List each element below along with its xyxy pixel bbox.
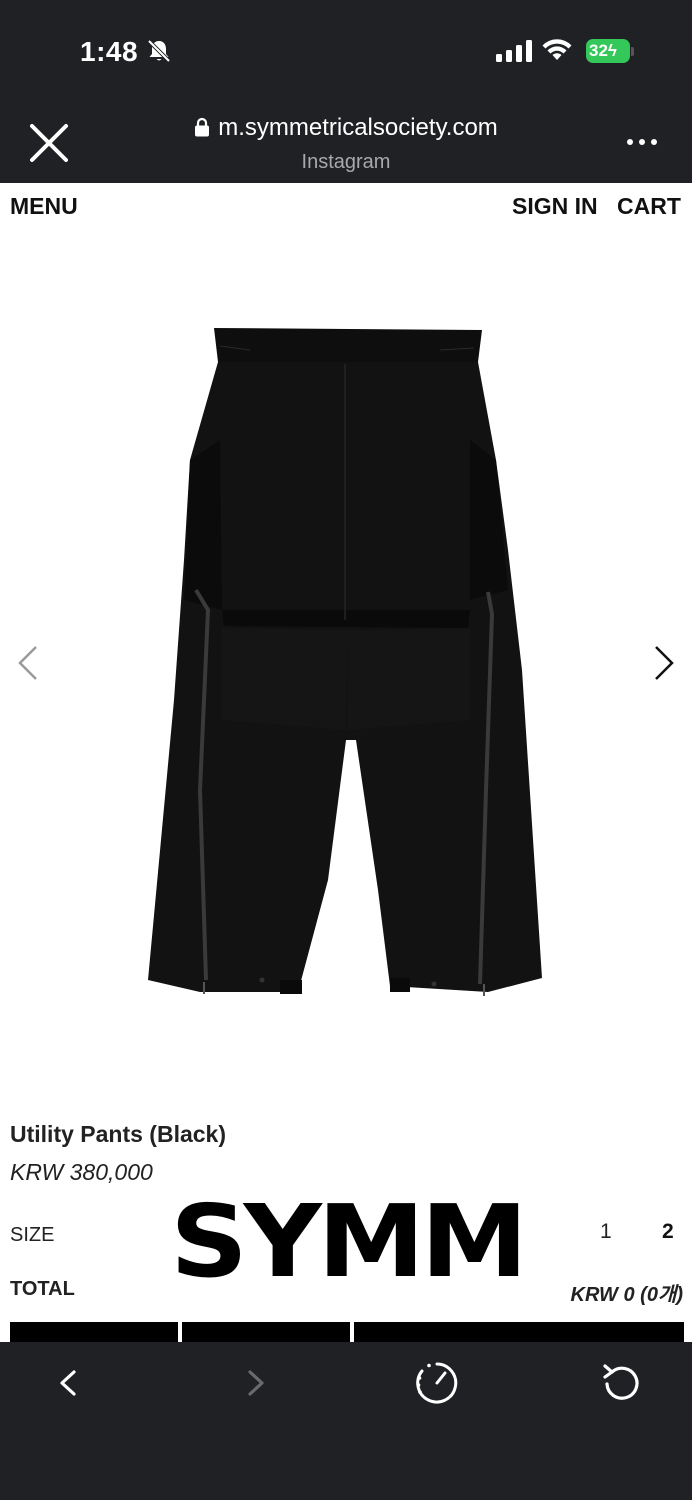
action-button-2[interactable] bbox=[182, 1322, 350, 1342]
product-name: Utility Pants (Black) bbox=[10, 1121, 226, 1147]
refresh-icon[interactable] bbox=[600, 1360, 644, 1404]
action-button-3[interactable] bbox=[354, 1322, 684, 1342]
size-label: SIZE bbox=[10, 1224, 55, 1246]
forward-icon bbox=[248, 1370, 264, 1396]
browser-top-chrome: 1:48 32ϟ m.symmetricalsociety.com Instag… bbox=[0, 0, 692, 183]
speedometer-icon[interactable] bbox=[414, 1360, 460, 1406]
product-image bbox=[148, 328, 542, 996]
charging-icon: ϟ bbox=[607, 41, 617, 60]
source-app-label: Instagram bbox=[301, 151, 391, 173]
size-option-1[interactable]: 1 bbox=[600, 1220, 612, 1244]
address-bar[interactable]: m.symmetricalsociety.com bbox=[0, 114, 692, 142]
status-time: 1:48 bbox=[80, 36, 139, 67]
total-value: KRW 0 (0개) bbox=[570, 1284, 683, 1306]
total-label: TOTAL bbox=[10, 1278, 75, 1300]
wifi-icon bbox=[542, 39, 572, 60]
size-option-2[interactable]: 2 bbox=[662, 1220, 674, 1244]
lock-icon bbox=[195, 117, 210, 137]
menu-link[interactable]: MENU bbox=[10, 193, 78, 220]
cart-link[interactable]: CART bbox=[617, 193, 681, 220]
chevron-right-icon[interactable] bbox=[650, 643, 678, 683]
battery-cap bbox=[631, 47, 634, 56]
brand-wordmark: SYMM bbox=[170, 1183, 528, 1300]
browser-toolbar bbox=[0, 1342, 692, 1500]
action-button-1[interactable] bbox=[10, 1322, 178, 1342]
more-icon[interactable] bbox=[622, 128, 662, 156]
bell-slash-icon bbox=[147, 39, 171, 63]
url-text: m.symmetricalsociety.com bbox=[218, 114, 498, 141]
action-buttons bbox=[10, 1322, 684, 1342]
product-price: KRW 380,000 bbox=[10, 1159, 153, 1185]
back-icon[interactable] bbox=[52, 1366, 86, 1400]
sign-in-link[interactable]: SIGN IN bbox=[512, 193, 598, 220]
site-header: MENU SIGN IN CART bbox=[0, 183, 692, 229]
battery-level: 32 bbox=[589, 41, 608, 60]
battery-indicator: 32ϟ bbox=[586, 39, 630, 63]
chevron-left-icon[interactable] bbox=[14, 643, 42, 683]
signal-icon bbox=[496, 40, 532, 62]
